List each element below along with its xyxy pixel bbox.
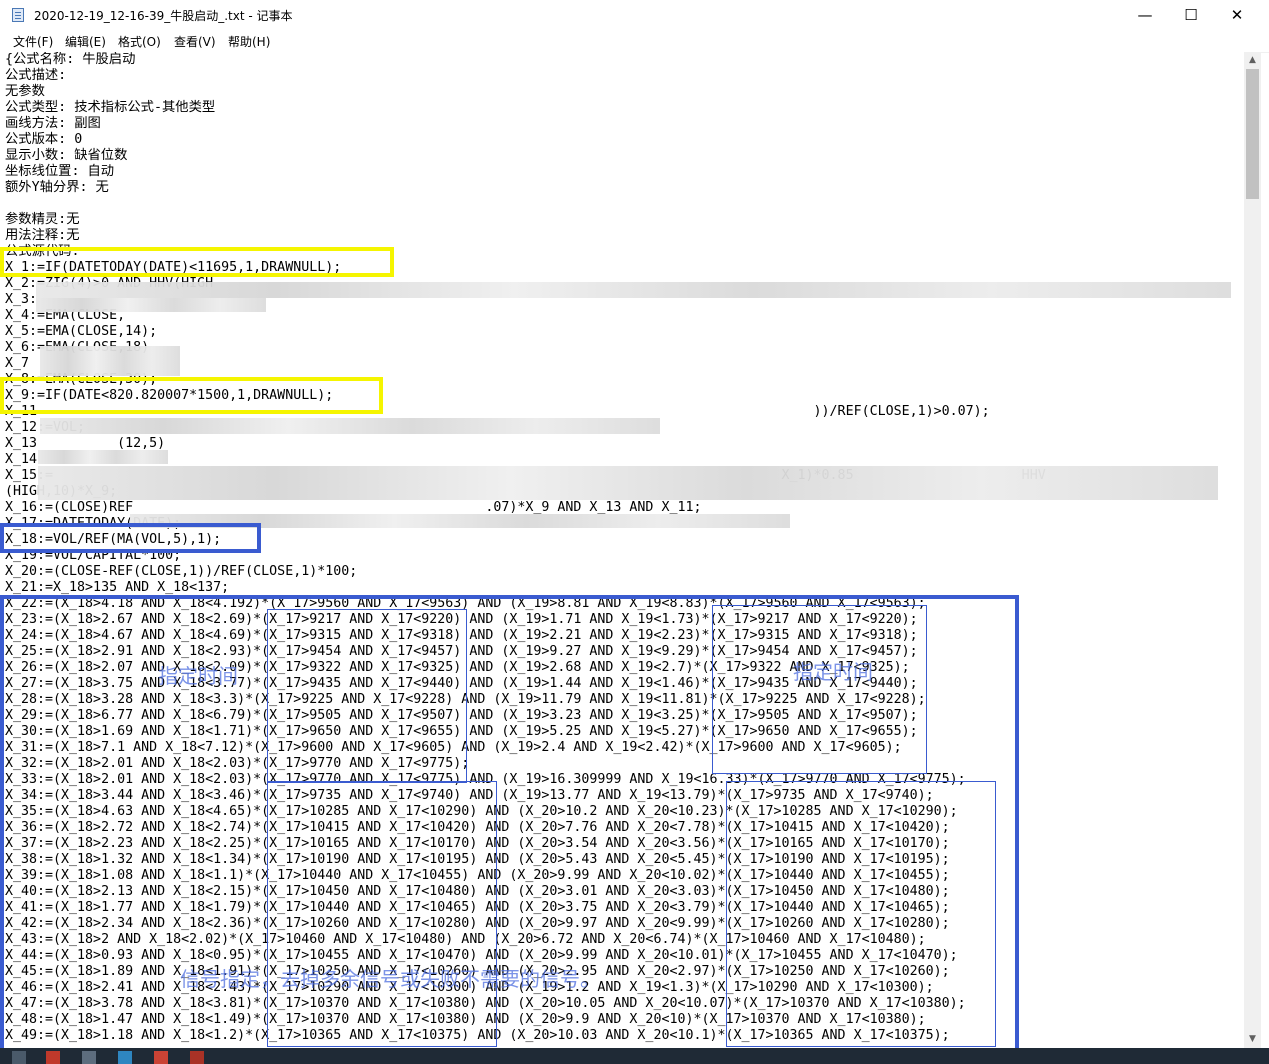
menu-edit[interactable]: 编辑(E)	[65, 33, 106, 50]
annotation-specified-time: 指定时间	[793, 660, 873, 684]
menu-bar: 文件(F) 编辑(E) 格式(O) 查看(V) 帮助(H)	[0, 30, 1269, 53]
scroll-down-icon[interactable]: ▼	[1244, 1031, 1261, 1048]
annotation-specified-time: 指定时间	[158, 664, 238, 688]
window-title: 2020-12-19_12-16-39_牛股启动_.txt - 记事本	[34, 9, 293, 23]
redacted-region	[40, 346, 180, 376]
time-range-box-lower-right	[726, 781, 996, 1047]
vertical-scrollbar[interactable]: ▲ ▼	[1244, 52, 1261, 1048]
menu-format[interactable]: 格式(O)	[118, 33, 161, 50]
taskbar-app-icon[interactable]	[154, 1051, 168, 1064]
close-button[interactable]: ✕	[1214, 0, 1260, 30]
title-bar: 2020-12-19_12-16-39_牛股启动_.txt - 记事本 — ☐ …	[0, 0, 1269, 30]
time-range-box-lower-left	[267, 781, 497, 1047]
annotation-signal-note: 信号指定，去掉多余信号或失败不需要的信号。	[180, 967, 600, 991]
highlight-x1	[0, 247, 394, 277]
taskbar-app-icon[interactable]	[118, 1051, 132, 1064]
taskbar	[0, 1048, 1269, 1064]
redacted-region	[36, 282, 1231, 298]
time-range-box-right	[712, 605, 927, 774]
scroll-thumb[interactable]	[1246, 69, 1259, 199]
time-range-box-left	[267, 609, 467, 783]
scroll-up-icon[interactable]: ▲	[1244, 52, 1261, 69]
maximize-button[interactable]: ☐	[1168, 0, 1214, 30]
taskbar-app-icon[interactable]	[46, 1051, 60, 1064]
taskbar-app-icon[interactable]	[190, 1051, 204, 1064]
redacted-region	[38, 466, 1218, 500]
menu-view[interactable]: 查看(V)	[174, 33, 216, 50]
menu-file[interactable]: 文件(F)	[13, 33, 53, 50]
minimize-button[interactable]: —	[1122, 0, 1168, 30]
taskbar-app-icon[interactable]	[12, 1051, 26, 1064]
notepad-icon	[12, 8, 24, 22]
highlight-x17	[0, 523, 261, 553]
redacted-region	[40, 418, 660, 434]
redacted-region	[36, 298, 266, 312]
menu-help[interactable]: 帮助(H)	[228, 33, 270, 50]
redacted-region	[38, 450, 168, 464]
taskbar-app-icon[interactable]	[82, 1051, 96, 1064]
highlight-x9	[0, 377, 383, 414]
